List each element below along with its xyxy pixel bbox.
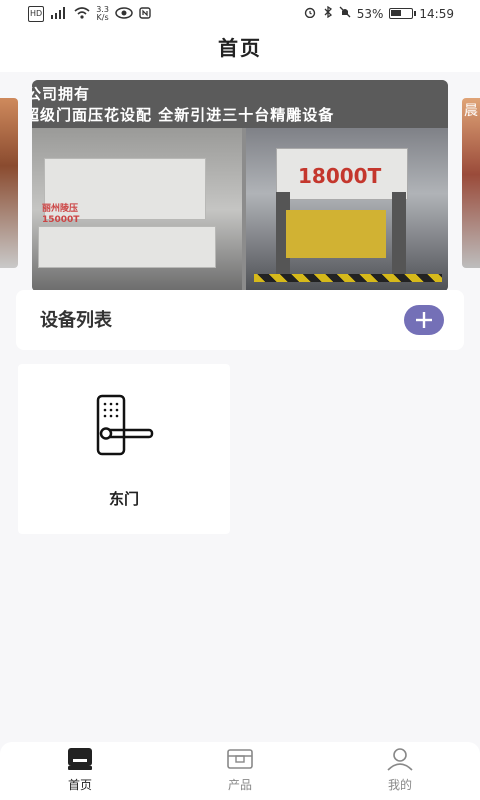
press-machine-left: 丽州陵压 15000T xyxy=(32,128,242,292)
banner-line2: 超级门面压花设配 全新引进三十台精雕设备 xyxy=(32,106,335,124)
net-speed-unit: K/s xyxy=(96,13,109,22)
status-left: HD 3.3 K/s xyxy=(28,6,151,22)
press-machine-right: 18000T xyxy=(246,128,448,292)
tab-home-label: 首页 xyxy=(67,778,92,792)
bluetooth-icon xyxy=(323,5,333,21)
battery-fill xyxy=(391,10,402,16)
tab-home[interactable]: 首页 xyxy=(40,746,120,792)
plus-icon xyxy=(416,312,432,328)
banner-image[interactable]: 公司拥有 超级门面压花设配 全新引进三十台精雕设备 丽州陵压 15000T 18… xyxy=(32,80,448,292)
tab-mine[interactable]: 我的 xyxy=(360,746,440,792)
banner-next-slide[interactable]: 晨 xyxy=(462,98,480,268)
nfc-icon xyxy=(139,6,151,22)
press-label-left: 丽州陵压 15000T xyxy=(42,204,80,225)
battery-icon xyxy=(389,8,417,19)
tab-product-label: 产品 xyxy=(227,778,252,792)
clock: 14:59 xyxy=(419,6,454,21)
bottom-tab-bar: 首页 产品 我的 xyxy=(0,742,480,800)
device-list-header: 设备列表 xyxy=(16,290,464,350)
status-bar: HD 3.3 K/s 53% 14:59 xyxy=(0,0,480,28)
status-right: 53% 14:59 xyxy=(303,5,454,21)
hd-icon: HD xyxy=(28,6,45,22)
page-title: 首页 xyxy=(218,36,262,60)
press-label-right: 18000T xyxy=(298,164,382,188)
press-column xyxy=(392,192,406,274)
alarm-icon xyxy=(303,6,317,21)
banner-line1: 公司拥有 xyxy=(32,85,91,103)
home-icon xyxy=(68,748,92,770)
eye-icon xyxy=(115,6,133,22)
add-device-button[interactable] xyxy=(404,305,444,335)
press-cylinder xyxy=(286,210,386,258)
net-speed-icon: 3.3 K/s xyxy=(96,6,109,22)
product-icon xyxy=(227,749,253,769)
4g-signal-icon xyxy=(50,6,68,22)
banner-caption: 公司拥有 超级门面压花设配 全新引进三十台精雕设备 xyxy=(32,80,448,128)
device-card[interactable]: 东门 xyxy=(18,364,230,534)
banner-next-char: 晨 xyxy=(464,103,478,119)
door-lock-icon xyxy=(96,394,154,456)
banner-carousel[interactable]: 晨 公司拥有 超级门面压花设配 全新引进三十台精雕设备 丽州陵压 15000T … xyxy=(0,76,480,292)
wifi-icon xyxy=(74,6,90,22)
device-list-title: 设备列表 xyxy=(40,310,112,331)
mute-icon xyxy=(339,6,351,21)
tab-product[interactable]: 产品 xyxy=(200,746,280,792)
device-name: 东门 xyxy=(108,490,139,508)
user-icon xyxy=(387,748,413,771)
page-header: 首页 xyxy=(0,28,480,72)
hazard-stripe xyxy=(254,274,442,282)
press-base xyxy=(38,226,216,268)
banner-prev-slide[interactable] xyxy=(0,98,18,268)
tab-mine-label: 我的 xyxy=(387,778,412,792)
battery-percent: 53% xyxy=(356,6,384,21)
